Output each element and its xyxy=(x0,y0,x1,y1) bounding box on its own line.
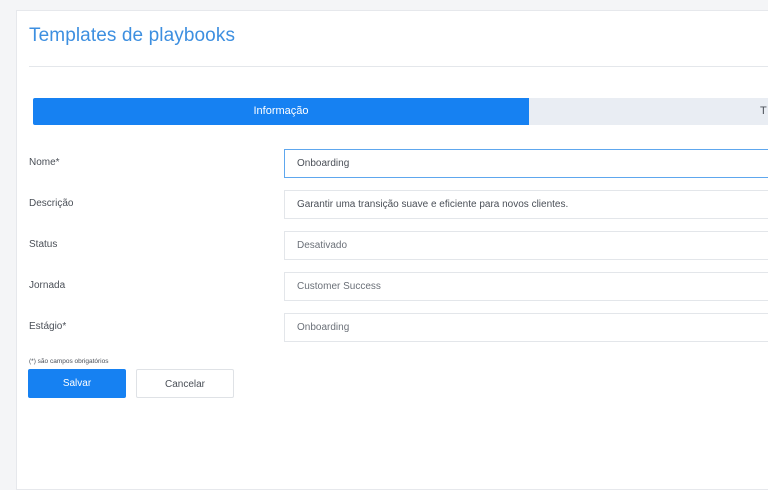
form-row-nome: Nome* Onboarding xyxy=(29,149,768,179)
jornada-label: Jornada xyxy=(29,280,66,291)
required-fields-note: (*) são campos obrigatórios xyxy=(29,358,109,365)
save-button[interactable]: Salvar xyxy=(28,369,126,398)
nome-input[interactable]: Onboarding xyxy=(284,149,768,178)
descricao-input[interactable]: Garantir uma transição suave e eficiente… xyxy=(284,190,768,219)
nome-label: Nome* xyxy=(29,157,60,168)
descricao-label: Descrição xyxy=(29,198,74,209)
form-row-status: Status Desativado xyxy=(29,231,768,261)
status-label: Status xyxy=(29,239,58,250)
form-row-estagio: Estágio* Onboarding xyxy=(29,313,768,343)
title-divider xyxy=(29,66,768,67)
status-select[interactable]: Desativado xyxy=(284,231,768,260)
estagio-label: Estágio* xyxy=(29,321,67,332)
form-row-jornada: Jornada Customer Success xyxy=(29,272,768,302)
cancel-button[interactable]: Cancelar xyxy=(136,369,234,398)
jornada-select[interactable]: Customer Success xyxy=(284,272,768,301)
tab-informacao[interactable]: Informação xyxy=(33,98,529,125)
form-row-descricao: Descrição Garantir uma transição suave e… xyxy=(29,190,768,220)
tab-second[interactable]: T xyxy=(529,98,768,125)
tab-bar: Informação T xyxy=(33,98,768,125)
page-title: Templates de playbooks xyxy=(29,25,236,46)
estagio-select[interactable]: Onboarding xyxy=(284,313,768,342)
